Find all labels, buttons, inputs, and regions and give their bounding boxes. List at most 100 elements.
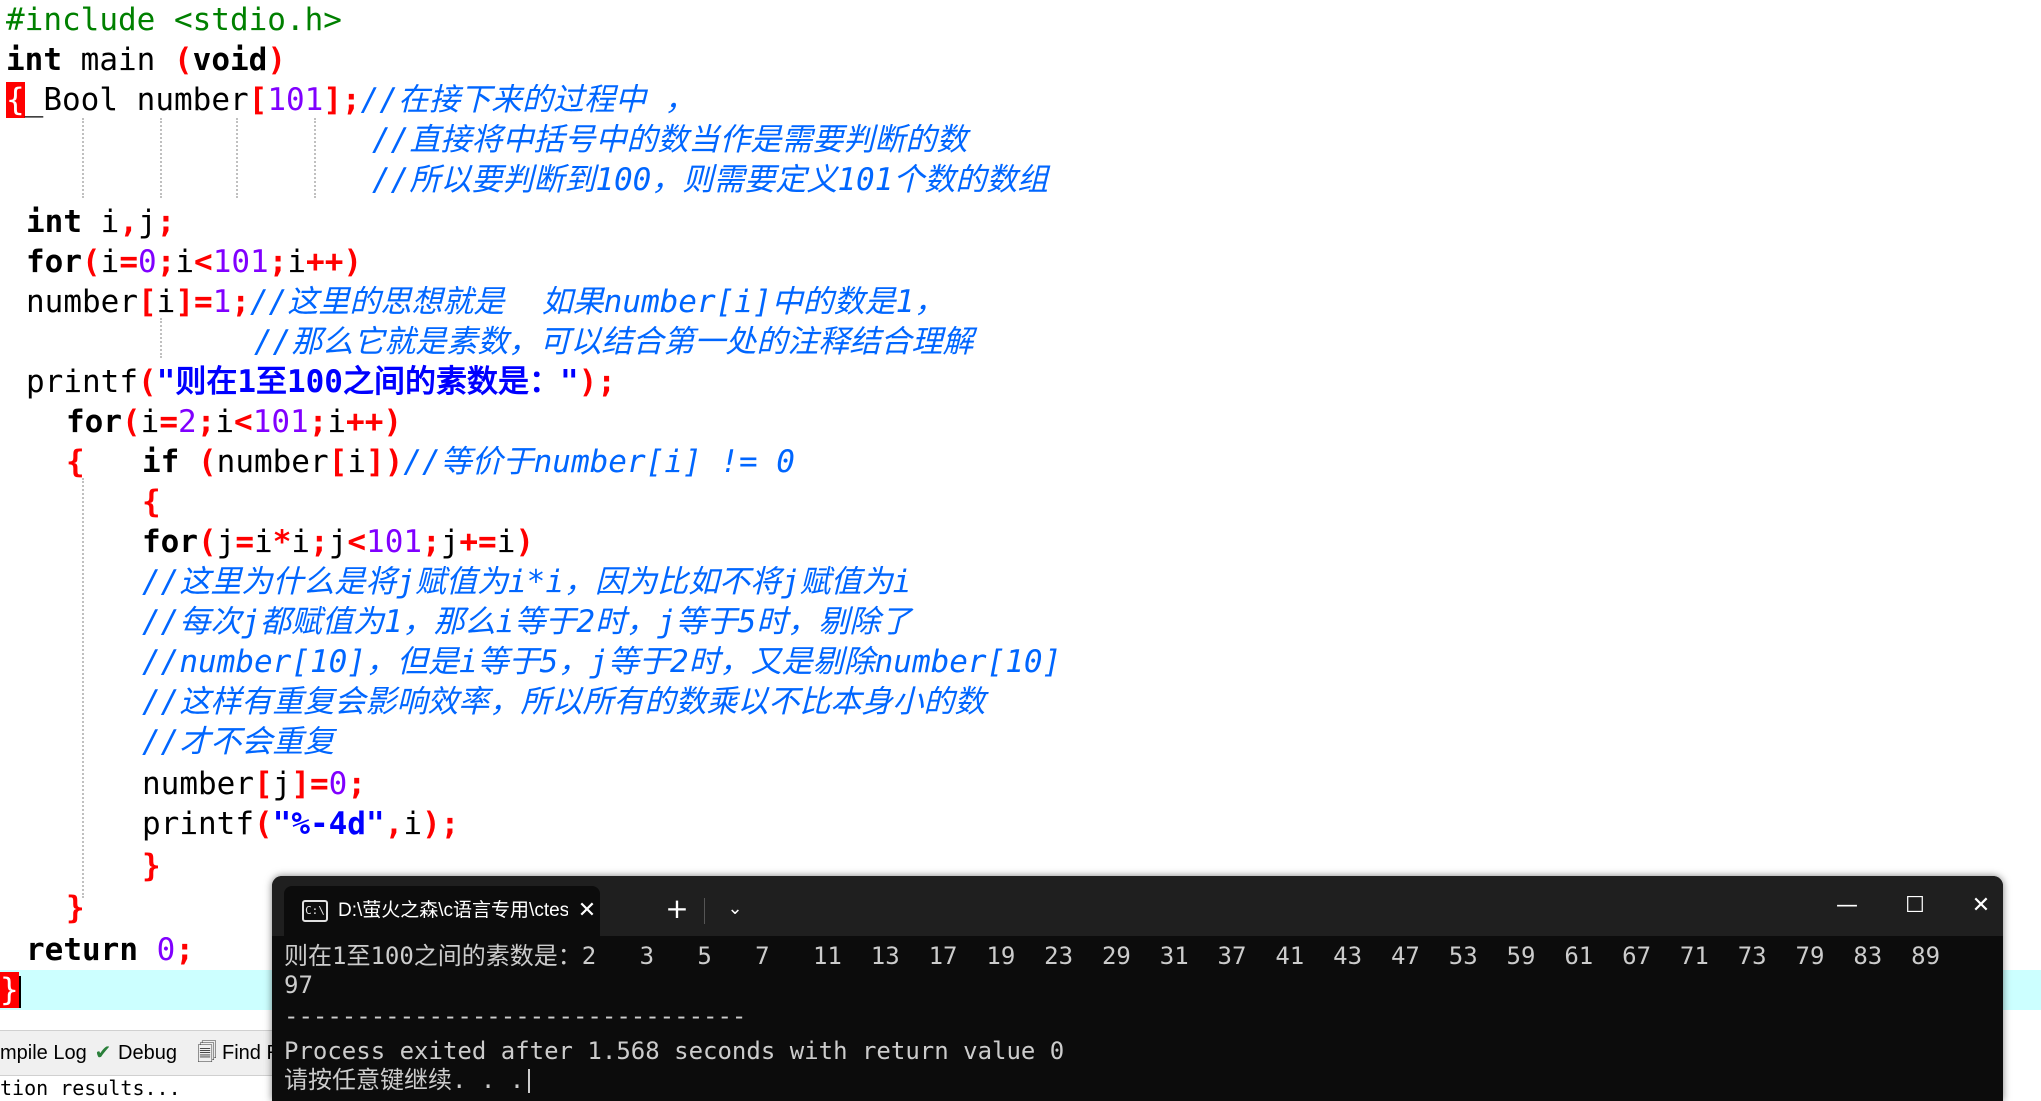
brace: { [142, 484, 161, 520]
number-literal: 0 [138, 244, 157, 280]
tab-separator [704, 898, 705, 924]
brace: } [142, 848, 161, 884]
identifier-printf: printf [142, 806, 254, 842]
code-line-16[interactable]: //每次j都赋值为1，那么i等于2时，j等于5时，剔除了 [142, 602, 911, 642]
symbol: ( [137, 364, 157, 400]
symbol: ; [347, 766, 366, 802]
number-literal: 101 [252, 404, 309, 440]
close-button[interactable]: ✕ [1958, 884, 2003, 928]
symbol: ( [198, 524, 217, 560]
symbol: ; [156, 244, 176, 280]
string-literal: "则在1至100之间的素数是：" [156, 364, 579, 400]
tab-find-results[interactable]: 🗐 Find R [196, 1037, 281, 1069]
symbol: [ [253, 766, 273, 802]
code-line-12[interactable]: { [66, 442, 85, 482]
code-line-2[interactable]: int main (void) [6, 40, 286, 80]
symbol: ( [179, 444, 217, 480]
code-line-8[interactable]: number[i]=1;//这里的思想就是 如果number[i]中的数是1， [26, 282, 945, 322]
indent-guide [82, 478, 84, 898]
code-line-12-body[interactable]: if (number[i])//等价于number[i] != 0 [142, 442, 795, 482]
code-line-17[interactable]: //number[10]，但是i等于5，j等于2时，又是剔除number[10] [142, 642, 1061, 682]
symbol: ]) [365, 444, 404, 480]
comment: //在接下来的过程中 ， [360, 82, 696, 118]
console-output-primes: 则在1至100之间的素数是：2 3 5 7 11 13 17 19 23 29 … [284, 942, 1941, 970]
code-line-22[interactable]: } [142, 846, 161, 886]
code-line-1[interactable]: #include <stdio.h> [6, 0, 342, 40]
comment: //这里的思想就是 如果number[i]中的数是1， [250, 284, 946, 320]
comment: //才不会重复 [142, 724, 335, 760]
matched-brace-open: { [6, 82, 25, 118]
symbol: ]; [323, 82, 361, 118]
code-line-10[interactable]: printf("则在1至100之间的素数是："); [26, 362, 616, 402]
number-literal: 101 [212, 244, 269, 280]
minimize-button[interactable]: — [1824, 884, 1870, 928]
new-tab-button[interactable]: + [662, 894, 692, 924]
symbol: ; [310, 524, 329, 560]
code-line-4[interactable]: //直接将中括号中的数当作是需要判断的数 [372, 120, 967, 160]
console-separator: -------------------------------- [284, 1002, 747, 1030]
code-line-3[interactable]: {_Bool number[101];//在接下来的过程中 ， [6, 80, 696, 120]
symbol: ( [253, 806, 273, 842]
symbol: ]= [291, 766, 329, 802]
comment: //number[10]，但是i等于5，j等于2时，又是剔除number[10] [142, 644, 1062, 680]
maximize-button[interactable]: ☐ [1892, 884, 1938, 928]
identifier: j [138, 204, 157, 240]
symbol: [ [248, 82, 268, 118]
code-line-13[interactable]: { [142, 482, 161, 522]
code-line-11[interactable]: for(i=2;i<101;i++) [66, 402, 402, 442]
keyword-if: if [142, 444, 180, 480]
identifier: i [347, 444, 366, 480]
console-process-exit: Process exited after 1.568 seconds with … [284, 1037, 1065, 1065]
code-line-18[interactable]: //这样有重复会影响效率，所以所有的数乘以不比本身小的数 [142, 682, 985, 722]
symbol: ( [122, 404, 141, 440]
identifier: i [82, 204, 120, 240]
code-line-19[interactable]: //才不会重复 [142, 722, 334, 762]
identifier: i [287, 244, 307, 280]
keyword-for: for [142, 524, 198, 560]
chevron-down-icon[interactable]: ⌄ [720, 894, 750, 924]
comment: //等价于number[i] != 0 [403, 444, 795, 480]
symbol: ; [156, 204, 176, 240]
console-prompt: 请按任意键继续. . . [284, 1066, 1994, 1095]
code-line-21[interactable]: printf("%-4d",i); [142, 804, 459, 844]
symbol: = [119, 244, 139, 280]
tab-debug-label: Debug [118, 1042, 177, 1064]
keyword-for: for [66, 404, 122, 440]
symbol: ; [308, 404, 328, 440]
identifier: i [215, 404, 235, 440]
symbol: < [234, 404, 253, 440]
code-line-15[interactable]: //这里为什么是将j赋值为i*i，因为比如不将j赋值为i [142, 562, 911, 602]
symbol: ]= [175, 284, 213, 320]
code-line-6[interactable]: int i,j; [26, 202, 175, 242]
keyword-void: void [192, 42, 268, 78]
symbol: ; [268, 244, 288, 280]
number-literal: 0 [156, 932, 176, 968]
symbol: ); [578, 364, 616, 400]
code-line-9[interactable]: //那么它就是素数，可以结合第一处的注释结合理解 [254, 322, 973, 362]
number-literal: 1 [212, 284, 232, 320]
tab-debug[interactable]: ✔ Debug [92, 1037, 177, 1069]
console-window[interactable]: C:\ D:\萤火之森\c语言专用\ctest.e ✕ + ⌄ — ☐ ✕ 则在… [272, 876, 2003, 1101]
console-titlebar[interactable]: C:\ D:\萤火之森\c语言专用\ctest.e ✕ + ⌄ — ☐ ✕ [272, 876, 2003, 936]
code-line-24[interactable]: return 0; [26, 930, 194, 970]
code-line-14[interactable]: for(j=i*i;j<101;j+=i) [142, 522, 534, 562]
identifier-main: main [62, 42, 174, 78]
terminal-icon: C:\ [302, 900, 328, 922]
identifier: i [175, 244, 195, 280]
identifier: i [291, 524, 311, 560]
symbol: ; [175, 932, 194, 968]
symbol: ; [196, 404, 216, 440]
code-line-20[interactable]: number[j]=0; [142, 764, 366, 804]
console-tab[interactable]: C:\ D:\萤火之森\c语言专用\ctest.e ✕ [284, 886, 600, 936]
tab-close-icon[interactable]: ✕ [574, 898, 600, 924]
symbol: ( [173, 42, 193, 78]
console-output[interactable]: 则在1至100之间的素数是：2 3 5 7 11 13 17 19 23 29 … [284, 942, 1994, 1095]
indent-guide [82, 118, 84, 198]
terminal-caret [528, 1069, 531, 1093]
identifier: j [272, 766, 292, 802]
code-line-7[interactable]: for(i=0;i<101;i++) [26, 242, 362, 282]
code-line-23[interactable]: } [66, 888, 85, 928]
code-line-5[interactable]: //所以要判断到100，则需要定义101个数的数组 [372, 160, 1048, 200]
tab-compile-log[interactable]: mpile Log [0, 1037, 87, 1069]
